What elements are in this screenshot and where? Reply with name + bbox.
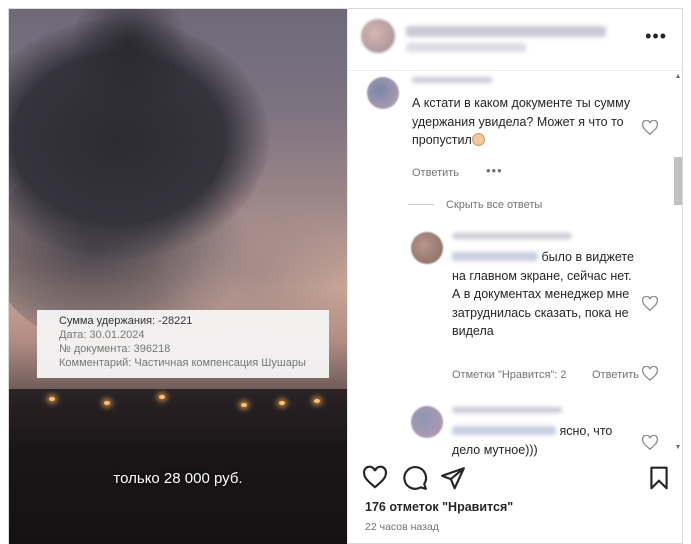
comments-list[interactable]: А кстати в каком документе ты сумму удер…: [348, 71, 685, 459]
comments-panel: ••• А кстати в каком документе ты сумму …: [347, 9, 685, 544]
face-emoji-icon: [471, 133, 485, 146]
reply-author-avatar[interactable]: [411, 232, 443, 264]
deduction-info-overlay: Сумма удержания: -28221 Дата: 30.01.2024…: [37, 310, 329, 378]
mention-blurred[interactable]: [452, 426, 556, 435]
city-light: [314, 399, 320, 403]
city-light: [49, 397, 55, 401]
post-dialog: Сумма удержания: -28221 Дата: 30.01.2024…: [8, 8, 685, 544]
reply-text: ясно, что дело мутное))): [452, 424, 613, 457]
heart-icon[interactable]: [641, 295, 659, 312]
commenter-avatar[interactable]: [367, 77, 399, 109]
author-username-blurred[interactable]: [406, 26, 606, 37]
post-actions-bar: [348, 461, 685, 501]
share-send-icon[interactable]: [440, 465, 466, 491]
reply-username-blurred[interactable]: [452, 233, 572, 239]
comment-options-icon[interactable]: •••: [486, 163, 503, 178]
scroll-down-arrow-icon[interactable]: ▼: [674, 444, 682, 451]
city-light: [159, 395, 165, 399]
comments-scrollbar[interactable]: ▲ ▼: [674, 71, 682, 453]
like-heart-icon[interactable]: [362, 465, 388, 491]
city-light: [279, 401, 285, 405]
author-subtitle-blurred: [406, 43, 526, 52]
post-timestamp[interactable]: 22 часов назад: [365, 521, 439, 533]
post-header: •••: [348, 9, 685, 71]
scrollbar-thumb[interactable]: [674, 157, 682, 205]
city-light: [241, 403, 247, 407]
deduction-document-number: № документа: 396218: [59, 343, 171, 355]
night-ground: [9, 389, 347, 544]
likes-count[interactable]: 176 отметок "Нравится": [365, 500, 513, 514]
video-caption: только 28 000 руб.: [113, 470, 243, 487]
reply-text: было в виджете на главном экране, сейчас…: [452, 250, 634, 338]
reply-button[interactable]: Ответить: [412, 167, 459, 179]
more-horizontal-icon[interactable]: •••: [645, 27, 667, 45]
deduction-amount: Сумма удержания: -28221: [59, 315, 193, 327]
reply-username-blurred[interactable]: [452, 407, 562, 413]
replies-divider: [408, 204, 434, 205]
heart-icon[interactable]: [641, 434, 659, 451]
post-media-video[interactable]: Сумма удержания: -28221 Дата: 30.01.2024…: [9, 9, 347, 544]
heart-icon[interactable]: [641, 119, 659, 136]
deduction-date: Дата: 30.01.2024: [59, 329, 145, 341]
deduction-comment: Комментарий: Частичная компенсация Шушар…: [59, 357, 306, 369]
comment-text: А кстати в каком документе ты сумму удер…: [412, 96, 631, 147]
commenter-username-blurred[interactable]: [412, 77, 492, 83]
hide-replies-button[interactable]: Скрыть все ответы: [446, 199, 542, 211]
mention-blurred[interactable]: [452, 252, 538, 261]
reply-likes-count[interactable]: Отметки "Нравится": 2: [452, 369, 567, 381]
bookmark-save-icon[interactable]: [646, 465, 672, 491]
reply-button[interactable]: Ответить: [592, 369, 639, 381]
heart-icon[interactable]: [641, 365, 659, 382]
scroll-up-arrow-icon[interactable]: ▲: [674, 73, 682, 80]
comment-bubble-icon[interactable]: [402, 465, 428, 491]
author-avatar[interactable]: [361, 19, 395, 53]
city-light: [104, 401, 110, 405]
reply-author-avatar[interactable]: [411, 406, 443, 438]
